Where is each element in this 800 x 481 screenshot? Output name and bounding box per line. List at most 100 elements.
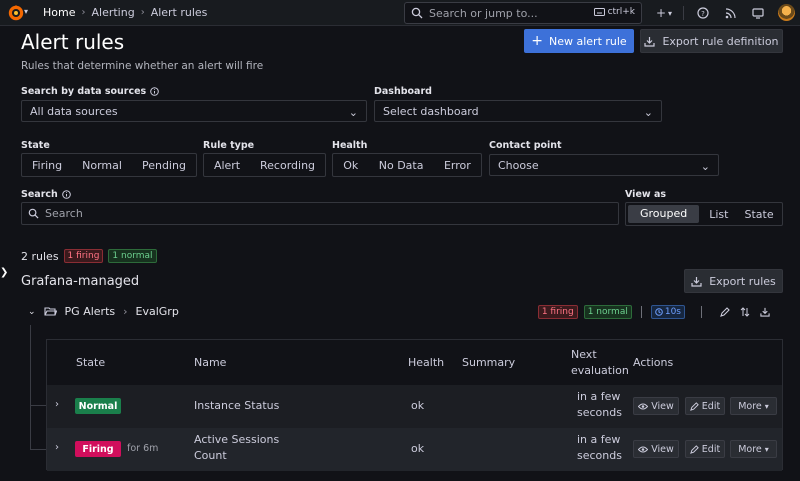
svg-text:?: ? (701, 10, 705, 18)
state-option-normal[interactable]: Normal (74, 159, 130, 172)
edit-label: Edit (701, 400, 721, 412)
dashboard-filter-label-text: Dashboard (374, 86, 432, 97)
reorder-icon[interactable] (738, 305, 752, 319)
view-as-state[interactable]: State (736, 208, 781, 221)
health-filter-label: Health (332, 140, 367, 151)
user-avatar[interactable] (778, 4, 795, 21)
export-rules-label: Export rules (709, 274, 776, 288)
state-badge: Firing (75, 441, 121, 457)
more-button[interactable]: More ▾ (730, 397, 777, 415)
health-option-ok[interactable]: Ok (335, 159, 366, 172)
contact-point-filter-label-text: Contact point (489, 140, 562, 151)
add-menu-button[interactable]: + ▾ (652, 4, 676, 22)
new-alert-rule-button[interactable]: + New alert rule (524, 29, 634, 53)
state-option-firing[interactable]: Firing (24, 159, 70, 172)
search-filter-label: Search (21, 189, 71, 200)
divider (683, 6, 684, 20)
edit-button[interactable]: Edit (685, 397, 725, 415)
state-badge: Normal (75, 398, 121, 414)
col-name: Name (194, 356, 227, 369)
edit-group-pencil-icon[interactable] (718, 305, 732, 319)
chevron-down-icon: ⌄ (643, 106, 653, 119)
tree-connector (30, 449, 46, 450)
datasource-select[interactable]: All data sources ⌄ (21, 100, 367, 122)
search-icon (411, 7, 423, 19)
grafana-logo-icon[interactable] (7, 4, 25, 22)
view-button[interactable]: View (633, 397, 679, 415)
chevron-down-icon: ⌄ (348, 106, 358, 119)
next-eval-1: in a few (577, 433, 621, 446)
expand-row-chevron-icon[interactable]: › (55, 442, 59, 453)
chevron-down-icon: ▾ (764, 401, 769, 411)
rule-type-filter-label-text: Rule type (203, 140, 255, 151)
search-filter-label-text: Search (21, 189, 58, 200)
chevron-down-icon: ▾ (764, 444, 769, 454)
breadcrumb-alerting[interactable]: Alerting (91, 6, 134, 19)
contact-point-select[interactable]: Choose ⌄ (489, 154, 719, 176)
rule-group-header[interactable]: ⌄ PG Alerts › EvalGrp (28, 305, 179, 318)
rule-name-1[interactable]: Active Sessions (194, 432, 279, 448)
health-option-error[interactable]: Error (436, 159, 479, 172)
view-as-label: View as (625, 189, 666, 200)
rule-search-input[interactable]: Search (21, 202, 619, 225)
next-eval-2: seconds (577, 449, 622, 462)
more-button[interactable]: More ▾ (730, 440, 777, 458)
rule-health: ok (411, 442, 425, 455)
health-filter-label-text: Health (332, 140, 368, 151)
global-search-input[interactable]: Search or jump to... ctrl+k (404, 2, 642, 24)
collapse-arrow-icon[interactable]: ❯ (0, 267, 8, 278)
col-state: State (76, 356, 106, 369)
folder-open-icon (43, 307, 57, 316)
dashboard-select-value: Select dashboard (383, 104, 479, 118)
more-label: More (738, 443, 762, 455)
search-icon (28, 208, 39, 219)
chevron-right-icon: › (140, 7, 145, 18)
edit-button[interactable]: Edit (685, 440, 725, 458)
clock-icon (655, 308, 663, 316)
breadcrumb-home[interactable]: Home (43, 6, 75, 19)
view-as-list[interactable]: List (701, 208, 736, 221)
info-icon[interactable] (61, 190, 71, 199)
export-group-icon[interactable] (758, 305, 772, 319)
chevron-right-icon: › (123, 305, 128, 318)
new-alert-rule-label: New alert rule (549, 34, 627, 48)
dashboard-filter-label: Dashboard (374, 86, 432, 97)
table-header: State Name Health Summary Next evaluatio… (47, 340, 782, 385)
contact-point-filter-label: Contact point (489, 140, 562, 151)
state-option-pending[interactable]: Pending (134, 159, 194, 172)
chevron-down-icon[interactable]: ⌄ (28, 307, 36, 317)
state-filter-label: State (21, 140, 50, 151)
view-as-grouped[interactable]: Grouped (628, 205, 700, 223)
datasource-select-value: All data sources (30, 104, 118, 118)
folder-name[interactable]: PG Alerts (65, 305, 116, 318)
normal-count-badge: 1 normal (108, 249, 157, 263)
monitor-icon[interactable] (750, 4, 766, 22)
rule-search-placeholder: Search (45, 207, 83, 220)
state-filter-label-text: State (21, 140, 50, 151)
info-icon[interactable] (150, 87, 160, 96)
export-icon (691, 276, 702, 287)
expand-row-chevron-icon[interactable]: › (55, 399, 59, 410)
divider (701, 306, 702, 318)
keyboard-icon (593, 8, 605, 16)
health-option-no-data[interactable]: No Data (371, 159, 432, 172)
rule-name[interactable]: Instance Status (194, 398, 279, 414)
section-title: Grafana-managed (21, 274, 140, 289)
edit-label: Edit (701, 443, 721, 455)
view-as-group: Grouped List State (625, 202, 783, 226)
rule-type-option-alert[interactable]: Alert (206, 159, 248, 172)
shortcut-text: ctrl+k (607, 7, 635, 17)
rss-icon[interactable] (722, 4, 738, 22)
export-rule-definition-button[interactable]: Export rule definition (640, 29, 783, 53)
rule-name-2[interactable]: Count (194, 448, 227, 464)
dashboard-select[interactable]: Select dashboard ⌄ (374, 100, 662, 122)
chevron-down-icon[interactable]: ▾ (24, 7, 28, 16)
state-filter-group: Firing Normal Pending (21, 153, 197, 177)
group-interval-badge: 10s (650, 305, 685, 319)
more-label: More (738, 400, 762, 412)
view-button[interactable]: View (633, 440, 679, 458)
rule-type-option-recording[interactable]: Recording (252, 159, 323, 172)
help-icon[interactable]: ? (695, 4, 711, 22)
export-rules-button[interactable]: Export rules (684, 269, 783, 293)
eye-icon (638, 403, 649, 409)
